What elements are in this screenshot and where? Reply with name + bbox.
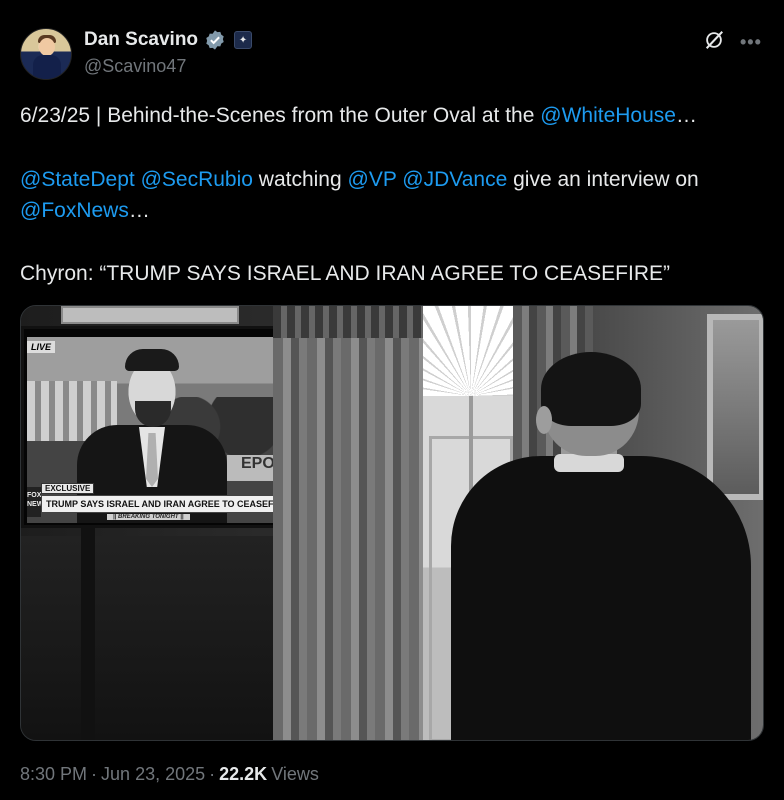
curtain — [273, 306, 423, 740]
tweet-time[interactable]: 8:30 PM — [20, 764, 87, 785]
mention-vp[interactable]: @VP — [348, 168, 397, 191]
tv-monitor: LIVE EPORT FOX NEWS EXCLUSIVE TRUMP SAYS… — [21, 326, 297, 528]
tv-network-logo: FOX NEWS — [27, 487, 48, 517]
tweet-text: 6/23/25 | Behind-the-Scenes from the Out… — [20, 104, 541, 127]
tv-breaking-tag: || BREAKING TONIGHT || — [107, 514, 190, 520]
tweet-card: Dan Scavino ✦ @Scavino47 ••• 6/23/25 | B… — [0, 0, 784, 800]
tv-live-tag: LIVE — [27, 341, 56, 353]
tweet-meta: 8:30 PM · Jun 23, 2025 · 22.2K Views — [20, 764, 319, 785]
ellipsis: … — [675, 104, 697, 127]
tweet-photo[interactable]: LIVE EPORT FOX NEWS EXCLUSIVE TRUMP SAYS… — [20, 305, 764, 741]
affiliation-seal-icon[interactable]: ✦ — [234, 31, 253, 49]
author-row: Dan Scavino ✦ — [84, 29, 253, 51]
ellipsis: … — [128, 199, 150, 222]
mention-foxnews[interactable]: @FoxNews — [20, 199, 129, 222]
more-icon[interactable]: ••• — [740, 32, 762, 53]
tv-chyron: TRUMP SAYS ISRAEL AND IRAN AGREE TO CEAS… — [41, 495, 281, 513]
grok-icon[interactable] — [703, 29, 725, 51]
wall-painting — [707, 314, 763, 500]
tweet-text-line3: Chyron: “TRUMP SAYS ISRAEL AND IRAN AGRE… — [20, 262, 671, 285]
separator: · — [209, 764, 216, 784]
author-name[interactable]: Dan Scavino — [84, 29, 198, 51]
author-handle[interactable]: @Scavino47 — [84, 56, 186, 77]
tweet-text: give an interview on — [507, 168, 699, 191]
views-label: Views — [271, 764, 319, 784]
picture-frame — [61, 306, 239, 324]
tweet-date[interactable]: Jun 23, 2025 — [101, 764, 205, 785]
tweet-text-line2: @StateDept @SecRubio watching @VP @JDVan… — [20, 164, 768, 226]
person-back — [451, 456, 751, 740]
tweet-text: watching — [252, 168, 348, 191]
mention-whitehouse[interactable]: @WhiteHouse — [540, 104, 676, 127]
views-count[interactable]: 22.2K — [219, 764, 267, 785]
mention-secrubio[interactable]: @SecRubio — [141, 168, 253, 191]
separator: · — [91, 764, 98, 784]
avatar[interactable] — [20, 28, 72, 80]
tv-exclusive-tag: EXCLUSIVE — [41, 483, 95, 494]
verified-badge-icon[interactable] — [204, 29, 226, 51]
tweet-text-line1: 6/23/25 | Behind-the-Scenes from the Out… — [20, 100, 768, 131]
mention-jdvance[interactable]: @JDVance — [402, 168, 507, 191]
mention-statedept[interactable]: @StateDept — [20, 168, 135, 191]
